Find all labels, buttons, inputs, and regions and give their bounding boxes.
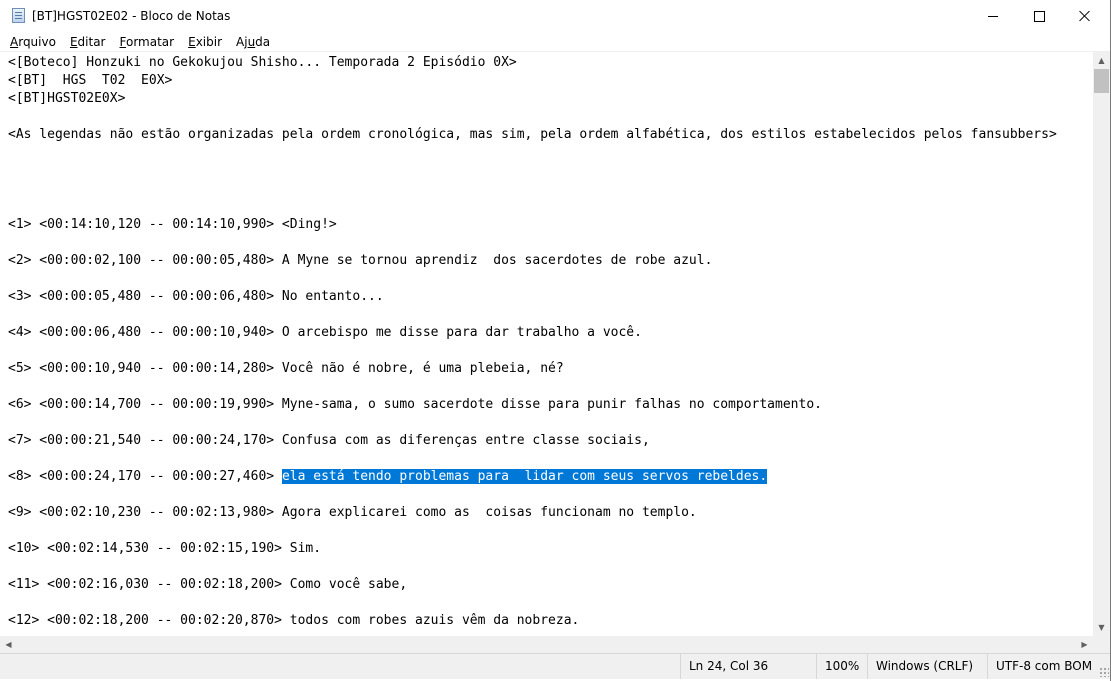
vertical-scrollbar[interactable]: ▲ ▼: [1093, 52, 1110, 636]
title-bar[interactable]: [BT]HGST02E02 - Bloco de Notas: [0, 0, 1111, 32]
close-button[interactable]: [1062, 0, 1108, 32]
text-editor[interactable]: <[Boteco] Honzuki no Gekokujou Shisho...…: [0, 52, 1093, 636]
status-zoom: 100%: [816, 654, 866, 679]
window-title: [BT]HGST02E02 - Bloco de Notas: [32, 9, 231, 23]
text-line: <4> <00:00:06,480 -- 00:00:10,940> O arc…: [8, 325, 642, 340]
vertical-scroll-thumb[interactable]: [1094, 69, 1109, 93]
text-line-selected: <8> <00:00:24,170 -- 00:00:27,460> ela e…: [8, 468, 768, 486]
menu-editar-accesskey: E: [69, 34, 78, 49]
text-line: <[BT]HGST02E0X>: [8, 91, 126, 106]
menu-exibir[interactable]: Exibir: [181, 32, 229, 52]
scrollbar-corner: [1093, 636, 1110, 653]
text-line: <9> <00:02:10,230 -- 00:02:13,980> Agora…: [8, 505, 697, 520]
maximize-button[interactable]: [1016, 0, 1062, 32]
menu-ajuda-label: da: [255, 34, 271, 49]
text-line: <[BT] HGS T02 E0X>: [8, 73, 173, 88]
text-line: <11> <00:02:16,030 -- 00:02:18,200> Como…: [8, 577, 408, 592]
text-line: <[Boteco] Honzuki no Gekokujou Shisho...…: [8, 55, 517, 70]
menu-arquivo-accesskey: A: [10, 34, 19, 49]
notepad-icon: [12, 8, 25, 23]
maximize-icon: [1033, 10, 1045, 22]
menu-exibir-label: xibir: [195, 34, 223, 49]
minimize-icon: [988, 15, 998, 17]
scroll-left-arrow-icon[interactable]: ◀: [0, 636, 17, 653]
scroll-right-arrow-icon[interactable]: ▶: [1076, 636, 1093, 653]
text-line: <6> <00:00:14,700 -- 00:00:19,990> Myne-…: [8, 397, 822, 412]
text-line: <12> <00:02:18,200 -- 00:02:20,870> todo…: [8, 613, 580, 628]
status-line-endings: Windows (CRLF): [867, 654, 986, 679]
text-line: <1> <00:14:10,120 -- 00:14:10,990> <Ding…: [8, 217, 337, 232]
close-icon: [1079, 10, 1091, 22]
menu-formatar[interactable]: Formatar: [113, 32, 182, 52]
scroll-up-arrow-icon[interactable]: ▲: [1093, 52, 1110, 69]
menu-editar[interactable]: Editar: [63, 32, 113, 52]
menu-editar-label: ditar: [77, 34, 106, 49]
horizontal-scrollbar[interactable]: ◀ ▶: [0, 636, 1093, 653]
minimize-button[interactable]: [970, 0, 1016, 32]
menu-formatar-label: ormatar: [125, 34, 175, 49]
selected-text: ela está tendo problemas para lidar com …: [281, 469, 768, 484]
status-cursor-position: Ln 24, Col 36: [680, 654, 814, 679]
menu-arquivo[interactable]: Arquivo: [3, 32, 63, 52]
menu-bar: Arquivo Editar Formatar Exibir Ajuda: [0, 32, 1111, 52]
menu-ajuda[interactable]: Ajuda: [229, 32, 277, 52]
scroll-down-arrow-icon[interactable]: ▼: [1093, 619, 1110, 636]
text-line: <10> <00:02:14,530 -- 00:02:15,190> Sim.: [8, 541, 322, 556]
status-bar: Ln 24, Col 36 100% Windows (CRLF) UTF-8 …: [0, 653, 1111, 679]
status-encoding: UTF-8 com BOM: [987, 654, 1105, 679]
text-line: <As legendas não estão organizadas pela …: [8, 127, 1057, 142]
text-line: <5> <00:00:10,940 -- 00:00:14,280> Você …: [8, 361, 564, 376]
menu-exibir-accesskey: E: [188, 34, 196, 49]
menu-ajuda-prefix: Aj: [236, 34, 248, 49]
text-line: <2> <00:00:02,100 -- 00:00:05,480> A Myn…: [8, 253, 713, 268]
text-line: <3> <00:00:05,480 -- 00:00:06,480> No en…: [8, 289, 384, 304]
resize-grip-icon[interactable]: [1099, 667, 1109, 677]
menu-arquivo-label: rquivo: [18, 34, 56, 49]
text-line: <7> <00:00:21,540 -- 00:00:24,170> Confu…: [8, 433, 650, 448]
text-line-prefix: <8> <00:00:24,170 -- 00:00:27,460>: [8, 469, 282, 484]
